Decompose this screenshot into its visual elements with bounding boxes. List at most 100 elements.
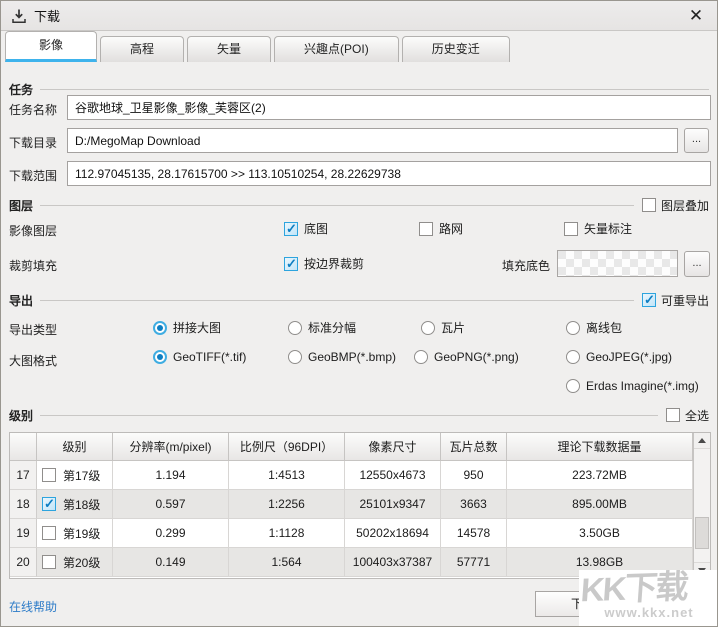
levels-table: 级别 分辨率(m/pixel) 比例尺（96DPI） 像素尺寸 瓦片总数 理论下… [9,432,711,579]
basemap-label: 底图 [304,220,328,237]
format-geojpeg-radio[interactable] [566,350,580,364]
level-19-label: 第19级 [63,525,100,542]
clip-by-boundary-label: 按边界裁剪 [304,255,364,272]
header-pixels: 像素尺寸 [345,433,441,461]
type-tiles-label: 瓦片 [441,319,465,336]
layer-overlay-checkbox[interactable] [642,198,656,212]
select-all-checkbox[interactable] [666,408,680,422]
download-range-input[interactable] [67,161,711,186]
level-20-checkbox[interactable] [42,555,56,569]
close-icon[interactable]: ✕ [685,5,707,27]
cell-tiles: 950 [441,461,507,490]
tab-poi[interactable]: 兴趣点(POI) [274,36,399,62]
type-standard-sheet-radio[interactable] [288,321,302,335]
cell-scale: 1:4513 [229,461,345,490]
download-dialog: 下载 ✕ 影像 高程 矢量 兴趣点(POI) 历史变迁 任务 任务名称 下载目录… [0,0,718,627]
level-20-label: 第20级 [63,554,100,571]
level-17-checkbox[interactable] [42,468,56,482]
task-name-input[interactable] [67,95,711,120]
online-help-link[interactable]: 在线帮助 [9,598,57,615]
format-geobmp-radio[interactable] [288,350,302,364]
cell-resolution: 0.597 [113,490,229,519]
re-export-label: 可重导出 [661,292,709,309]
type-tiles-radio[interactable] [421,321,435,335]
tab-bar: 影像 高程 矢量 兴趣点(POI) 历史变迁 [1,31,717,62]
vector-label-checkbox[interactable] [564,222,578,236]
task-name-label: 任务名称 [9,101,57,118]
cell-scale: 1:2256 [229,490,345,519]
tab-history[interactable]: 历史变迁 [402,36,510,62]
vertical-scrollbar[interactable] [693,433,710,578]
cell-size: 3.50GB [507,519,693,548]
section-levels-label: 级别 [9,407,33,424]
divider [40,89,709,90]
table-row: 17 第17级 1.194 1:4513 12550x4673 950 223.… [10,461,693,490]
format-label: 大图格式 [9,352,57,369]
cell-scale: 1:564 [229,548,345,577]
format-geopng-label: GeoPNG(*.png) [434,350,519,364]
section-levels: 级别 全选 [9,407,709,423]
type-offline-pack-radio[interactable] [566,321,580,335]
cell-tiles: 14578 [441,519,507,548]
type-mosaic-radio[interactable] [153,321,167,335]
type-standard-sheet-label: 标准分幅 [308,319,356,336]
cell-tiles: 3663 [441,490,507,519]
row-number: 17 [10,461,37,490]
fill-color-swatch[interactable] [557,250,678,277]
divider [40,300,634,301]
cell-resolution: 0.299 [113,519,229,548]
header-size: 理论下载数据量 [507,433,693,461]
divider [40,205,634,206]
scrollbar-thumb[interactable] [695,517,709,549]
cell-pixels: 100403x37387 [345,548,441,577]
clip-by-boundary-checkbox[interactable] [284,257,298,271]
window-title: 下载 [34,6,60,25]
fill-color-label: 填充底色 [502,257,550,274]
download-dir-input[interactable] [67,128,678,153]
format-erdas-radio[interactable] [566,379,580,393]
section-layers-label: 图层 [9,197,33,214]
row-number: 18 [10,490,37,519]
section-export-label: 导出 [9,292,33,309]
cell-resolution: 0.149 [113,548,229,577]
cell-size: 895.00MB [507,490,693,519]
type-offline-pack-label: 离线包 [586,319,622,336]
scroll-up-icon[interactable] [694,433,710,449]
row-number: 19 [10,519,37,548]
row-number: 20 [10,548,37,577]
section-layers: 图层 图层叠加 [9,197,709,213]
table-header-row: 级别 分辨率(m/pixel) 比例尺（96DPI） 像素尺寸 瓦片总数 理论下… [10,433,693,461]
vector-label-label: 矢量标注 [584,220,632,237]
cell-pixels: 50202x18694 [345,519,441,548]
tab-vector[interactable]: 矢量 [187,36,271,62]
level-18-label: 第18级 [63,496,100,513]
format-geobmp-label: GeoBMP(*.bmp) [308,350,396,364]
tab-imagery[interactable]: 影像 [5,31,97,62]
format-geotiff-radio[interactable] [153,350,167,364]
section-export: 导出 可重导出 [9,292,709,308]
clip-fill-label: 裁剪填充 [9,257,57,274]
level-17-label: 第17级 [63,467,100,484]
basemap-checkbox[interactable] [284,222,298,236]
download-icon [11,8,27,24]
roadnet-checkbox[interactable] [419,222,433,236]
format-geojpeg-label: GeoJPEG(*.jpg) [586,350,672,364]
format-geopng-radio[interactable] [414,350,428,364]
export-type-label: 导出类型 [9,321,57,338]
table-row: 18 第18级 0.597 1:2256 25101x9347 3663 895… [10,490,693,519]
cell-resolution: 1.194 [113,461,229,490]
layer-overlay-label: 图层叠加 [661,197,709,214]
header-scale: 比例尺（96DPI） [229,433,345,461]
browse-dir-button[interactable]: ... [684,128,709,153]
re-export-checkbox[interactable] [642,293,656,307]
download-range-label: 下载范围 [9,167,57,184]
watermark-logo: KK下载 [580,570,718,607]
level-18-checkbox[interactable] [42,497,56,511]
format-erdas-label: Erdas Imagine(*.img) [586,379,699,393]
cell-size: 223.72MB [507,461,693,490]
tab-elevation[interactable]: 高程 [100,36,184,62]
header-resolution: 分辨率(m/pixel) [113,433,229,461]
fill-color-browse-button[interactable]: ... [684,251,710,277]
cell-tiles: 57771 [441,548,507,577]
level-19-checkbox[interactable] [42,526,56,540]
